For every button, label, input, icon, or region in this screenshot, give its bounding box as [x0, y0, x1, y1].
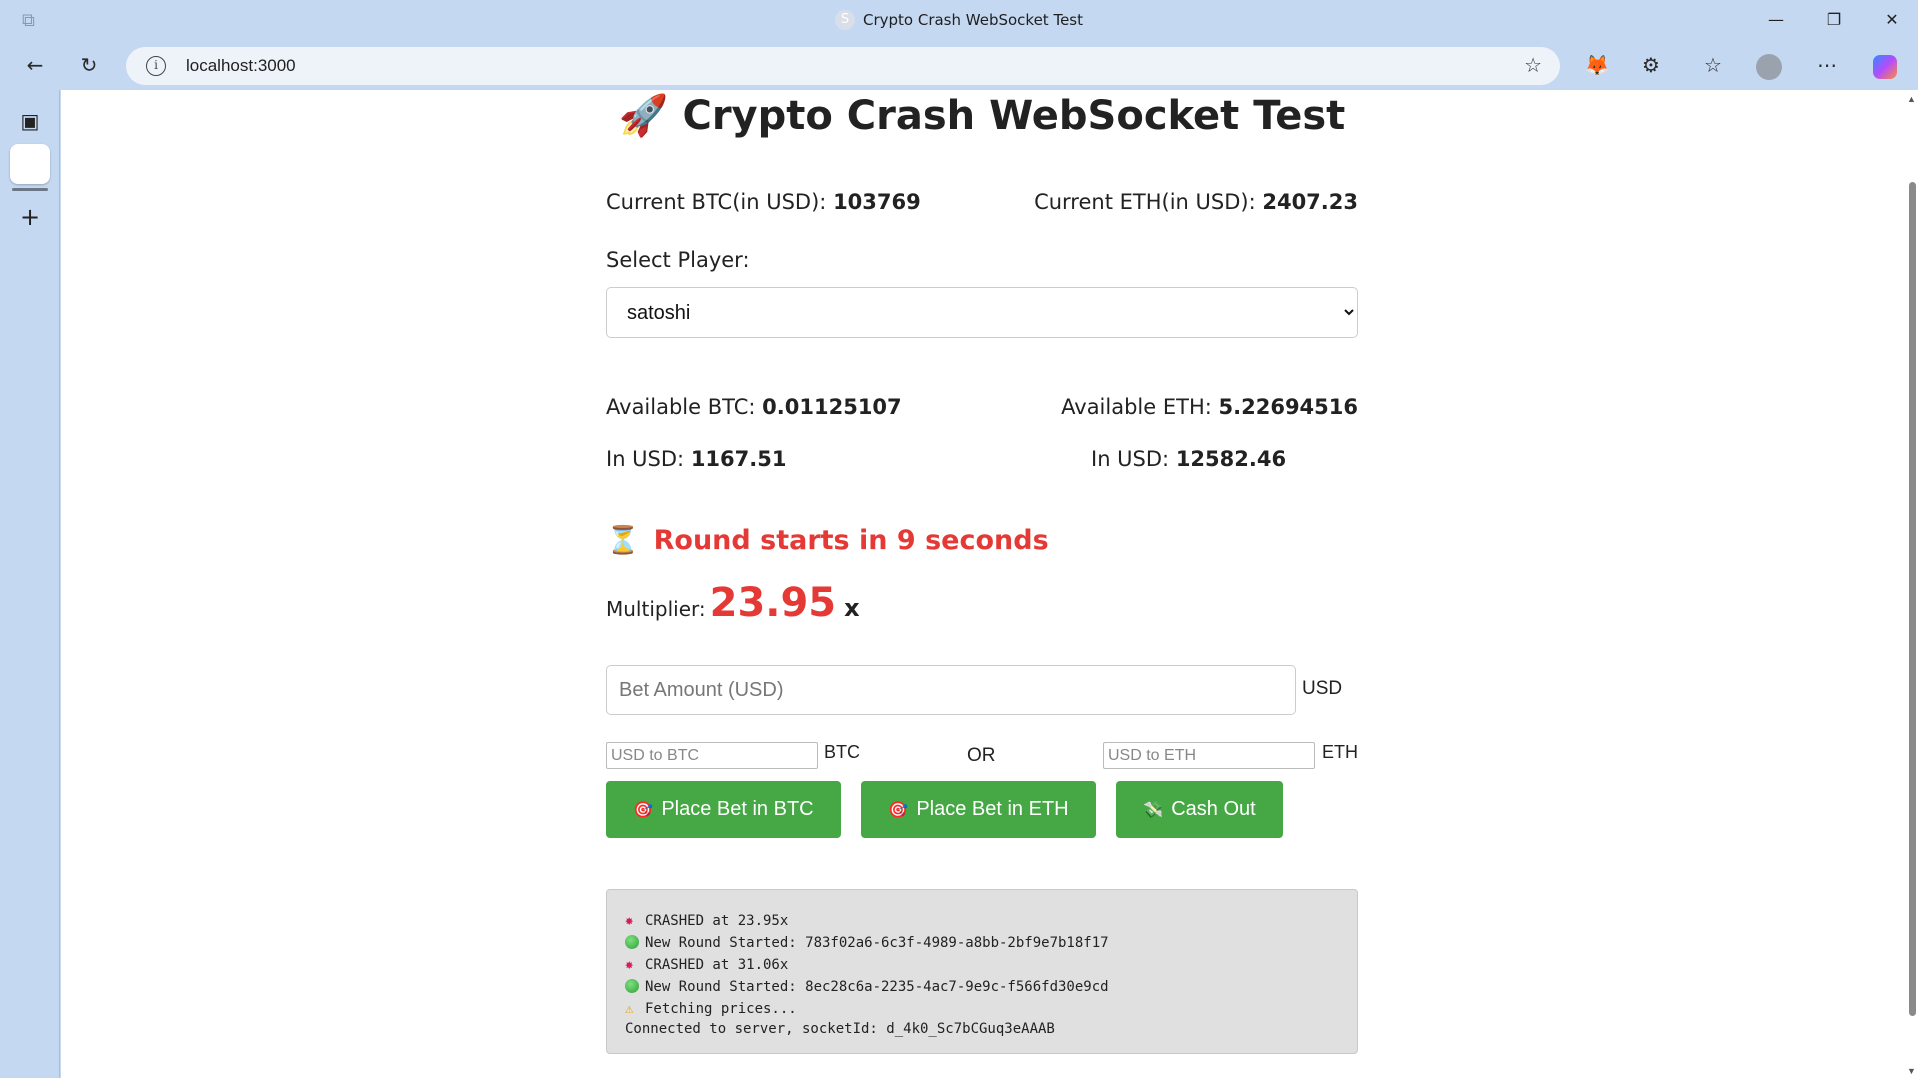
eth-suffix: ETH — [1322, 742, 1358, 762]
rocket-icon: 🚀 — [618, 93, 669, 139]
target-icon: 🎯 — [633, 802, 654, 819]
active-tab-indicator — [12, 188, 48, 191]
log-line: ✸ CRASHED at 31.06x — [625, 954, 1339, 976]
money-icon: 💸 — [1143, 802, 1164, 819]
close-window-button[interactable]: ✕ — [1872, 6, 1912, 34]
log-line: Connected to server, socketId: d_4k0_Sc7… — [625, 1021, 1055, 1037]
multiplier-display: Multiplier: 23.95 x — [606, 580, 860, 626]
metamask-extension-icon[interactable]: 🦊 — [1580, 49, 1614, 81]
event-log: ✸ CRASHED at 23.95x New Round Started: 78… — [606, 889, 1358, 1054]
usd-to-eth-input[interactable] — [1103, 742, 1315, 769]
scrollbar-thumb[interactable] — [1909, 182, 1916, 1016]
green-circle-icon — [625, 979, 639, 993]
explosion-icon: ✸ — [625, 913, 634, 929]
favorites-icon[interactable]: ☆ — [1696, 49, 1730, 81]
minimize-button[interactable]: — — [1756, 6, 1796, 34]
tab-actions-icon[interactable]: ▣ — [13, 104, 47, 138]
page-content: 🚀 Crypto Crash WebSocket Test Current BT… — [61, 90, 1906, 1078]
warning-icon: ⚠ — [625, 1001, 634, 1017]
site-info-icon[interactable]: i — [146, 56, 166, 76]
log-line: New Round Started: 8ec28c6a-2235-4ac7-9e… — [625, 976, 1339, 998]
bet-usd-suffix: USD — [1302, 678, 1343, 699]
place-bet-eth-button[interactable]: 🎯 Place Bet in ETH — [861, 781, 1096, 838]
extensions-icon[interactable]: ⚙ — [1634, 49, 1668, 81]
profile-avatar-icon[interactable] — [1752, 49, 1786, 81]
place-bet-btc-button[interactable]: 🎯 Place Bet in BTC — [606, 781, 841, 838]
usd-to-btc-input[interactable] — [606, 742, 818, 769]
log-line: ⚠ Fetching prices... — [625, 998, 1339, 1020]
title-bar: ⧉ S Crypto Crash WebSocket Test — ❐ ✕ — [0, 0, 1918, 40]
green-circle-icon — [625, 935, 639, 949]
cash-out-button[interactable]: 💸 Cash Out — [1116, 781, 1283, 838]
round-status: ⏳ Round starts in 9 seconds — [606, 525, 1049, 556]
favorite-star-icon[interactable]: ☆ — [1524, 53, 1542, 77]
active-tab[interactable] — [10, 144, 50, 184]
scroll-down-arrow-icon[interactable]: ▼ — [1907, 1066, 1916, 1076]
available-btc: Available BTC: 0.01125107 — [606, 395, 902, 419]
new-tab-plus-icon[interactable]: + — [13, 200, 47, 234]
reload-icon[interactable]: ↻ — [72, 49, 106, 81]
or-label: OR — [967, 745, 996, 766]
log-line: ✸ CRASHED at 23.95x — [625, 910, 1339, 932]
usd-balance-row: In USD: 1167.51 In USD: 12582.46 — [606, 447, 1358, 471]
available-eth: Available ETH: 5.22694516 — [1061, 395, 1358, 419]
window-title: S Crypto Crash WebSocket Test — [0, 10, 1918, 30]
eth-price: Current ETH(in USD): 2407.23 — [1034, 190, 1358, 214]
btc-price: Current BTC(in USD): 103769 — [606, 190, 921, 214]
available-row: Available BTC: 0.01125107 Available ETH:… — [606, 395, 1358, 419]
scroll-up-arrow-icon[interactable]: ▲ — [1907, 94, 1916, 104]
page-scrollbar[interactable]: ▲ ▼ — [1906, 90, 1918, 1078]
url-text[interactable]: localhost:3000 — [186, 56, 296, 76]
address-bar[interactable]: i localhost:3000 ☆ — [126, 47, 1560, 85]
price-row: Current BTC(in USD): 103769 Current ETH(… — [606, 190, 1358, 214]
player-select[interactable]: satoshi — [606, 287, 1358, 338]
back-arrow-icon[interactable]: ← — [18, 49, 52, 81]
bet-amount-input[interactable] — [606, 665, 1296, 715]
more-options-icon[interactable]: ⋯ — [1810, 49, 1844, 81]
multiplier-value: 23.95 — [709, 580, 837, 626]
restore-button[interactable]: ❐ — [1814, 6, 1854, 34]
select-player-label: Select Player: — [606, 248, 750, 272]
hourglass-icon: ⏳ — [606, 525, 640, 556]
copilot-icon[interactable] — [1868, 49, 1902, 81]
btc-usd-balance: In USD: 1167.51 — [606, 447, 787, 471]
browser-toolbar: ← ↻ i localhost:3000 ☆ 🦊 ⚙ ☆ ⋯ — [0, 40, 1918, 90]
eth-usd-balance: In USD: 12582.46 — [1091, 447, 1287, 471]
btc-suffix: BTC — [824, 742, 860, 762]
log-line: New Round Started: 783f02a6-6c3f-4989-a8… — [625, 932, 1339, 954]
vertical-tabs-sidebar: ▣ + — [0, 90, 60, 1078]
target-icon: 🎯 — [888, 802, 909, 819]
page-title: 🚀 Crypto Crash WebSocket Test — [618, 93, 1346, 139]
tab-favicon-icon: S — [834, 10, 855, 30]
explosion-icon: ✸ — [625, 957, 634, 973]
